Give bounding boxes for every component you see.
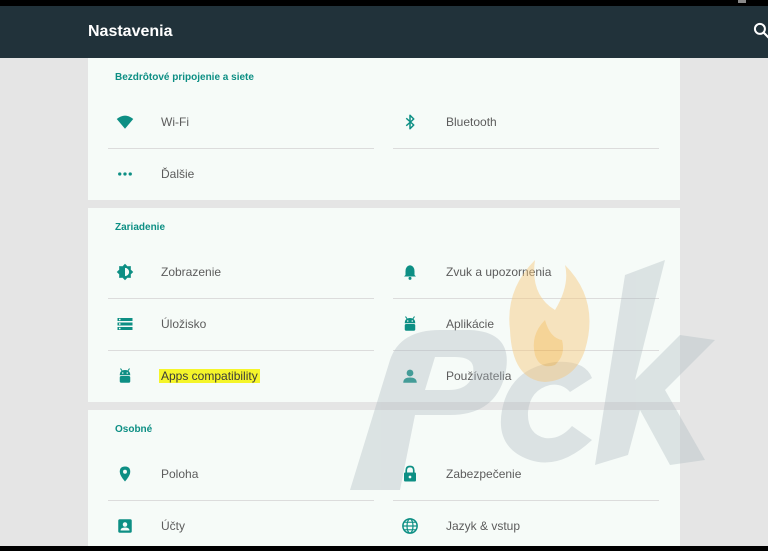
account-box-icon [118,519,132,533]
section-title-device: Zariadenie [115,222,166,233]
wifi-icon [116,115,134,129]
settings-item-label: Účty [161,519,185,533]
settings-item-location[interactable]: Poloha [108,448,374,500]
storage-icon [117,318,133,330]
settings-item-label: Používatelia [446,369,512,383]
settings-item-label: Poloha [161,467,199,481]
bottom-edge [0,546,768,551]
settings-content: Bezdrôtové pripojenie a siete Wi-Fi Blue… [0,58,768,546]
bell-icon [404,265,416,280]
card-wireless: Bezdrôtové pripojenie a siete Wi-Fi Blue… [88,58,680,200]
page-title: Nastavenia [88,23,173,40]
card-device: Zariadenie Zobrazenie Zvuk a upozornenia… [88,208,680,402]
settings-item-bluetooth[interactable]: Bluetooth [393,96,659,148]
divider [393,148,659,149]
settings-item-label: Zabezpečenie [446,467,522,481]
more-dots-icon [118,172,132,176]
search-icon[interactable] [752,21,768,41]
settings-item-label: Apps compatibility [159,369,260,383]
android-icon [119,368,131,383]
android-icon [404,316,416,331]
settings-item-apps-compatibility[interactable]: Apps compatibility [108,350,374,402]
settings-item-storage[interactable]: Úložisko [108,298,374,350]
settings-item-security[interactable]: Zabezpečenie [393,448,659,500]
settings-item-label: Aplikácie [446,317,495,331]
settings-item-label: Jazyk & vstup [446,519,521,533]
settings-item-sound[interactable]: Zvuk a upozornenia [393,246,659,298]
bluetooth-icon [405,114,415,130]
settings-item-label: Zvuk a upozornenia [446,265,552,279]
settings-item-users[interactable]: Používatelia [393,350,659,402]
location-pin-icon [119,466,131,482]
section-title-wireless: Bezdrôtové pripojenie a siete [115,72,254,83]
app-bar: Nastavenia [0,6,768,58]
settings-item-apps[interactable]: Aplikácie [393,298,659,350]
globe-icon [402,518,418,534]
settings-item-label: Wi-Fi [161,115,189,129]
person-icon [403,369,417,383]
settings-item-label: Ďalšie [161,167,195,181]
section-title-personal: Osobné [115,424,153,435]
status-indicator [738,0,746,3]
lock-icon [404,465,416,482]
settings-item-label: Zobrazenie [161,265,222,279]
settings-item-wifi[interactable]: Wi-Fi [108,96,374,148]
settings-item-display[interactable]: Zobrazenie [108,246,374,298]
settings-item-more[interactable]: Ďalšie [108,148,374,200]
settings-item-language[interactable]: Jazyk & vstup [393,500,659,546]
settings-item-label: Úložisko [161,317,207,331]
card-personal: Osobné Poloha Zabezpečenie Účty Jazyk & … [88,410,680,546]
settings-item-accounts[interactable]: Účty [108,500,374,546]
settings-item-label: Bluetooth [446,115,497,129]
brightness-icon [116,263,134,281]
